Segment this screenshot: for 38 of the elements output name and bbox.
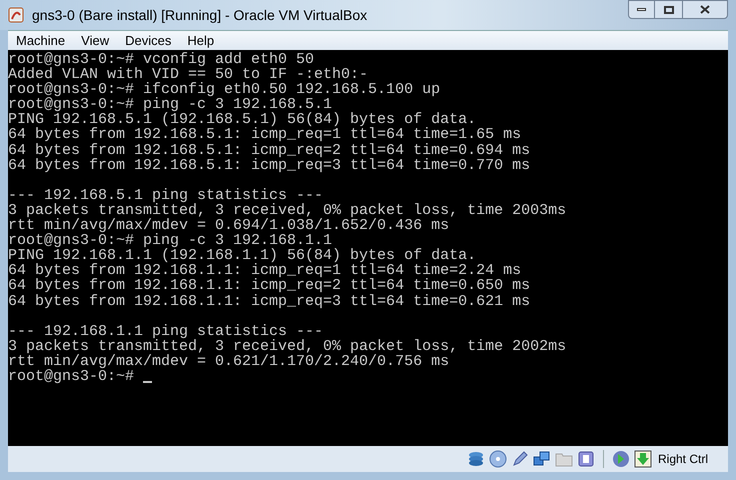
- terminal-line: PING 192.168.5.1 (192.168.5.1) 56(84) bytes of data.: [8, 112, 476, 128]
- menu-item[interactable]: Machine: [8, 30, 74, 50]
- terminal-line: root@gns3-0:~# ifconfig eth0.50 192.168.5.100 up: [8, 82, 440, 98]
- chip-icon: [576, 450, 595, 468]
- close-button[interactable]: [682, 0, 728, 19]
- cd-icon: [488, 450, 507, 468]
- terminal-line: root@gns3-0:~#: [8, 368, 134, 384]
- terminal-line: 64 bytes from 192.168.1.1: icmp_req=2 ttl=64 time=0.650 ms: [8, 278, 530, 294]
- terminal-line: root@gns3-0:~# vconfig add eth0 50: [8, 52, 314, 68]
- terminal-line: 3 packets transmitted, 3 received, 0% packet loss, time 2002ms: [8, 338, 566, 354]
- terminal-line: rtt min/avg/max/mdev = 0.621/1.170/2.240/0.756 ms: [8, 354, 450, 369]
- menu-item[interactable]: Help: [179, 30, 222, 50]
- terminal-line: 64 bytes from 192.168.5.1: icmp_req=1 ttl=64 time=1.65 ms: [8, 127, 522, 143]
- down-arrow-icon: [634, 450, 652, 468]
- terminal-line: 3 packets transmitted, 3 received, 0% packet loss, time 2003ms: [8, 202, 566, 218]
- terminal-line: PING 192.168.1.1 (192.168.1.1) 56(84) bytes of data.: [8, 248, 476, 264]
- menu-item[interactable]: Devices: [117, 30, 180, 50]
- host-key-label: Right Ctrl: [658, 451, 708, 468]
- disk-stack-icon: [466, 450, 485, 468]
- terminal-line: 64 bytes from 192.168.1.1: icmp_req=1 ttl=64 time=2.24 ms: [8, 263, 522, 278]
- close-icon: [700, 5, 710, 14]
- network-icon: [532, 450, 551, 468]
- terminal-line: rtt min/avg/max/mdev = 0.694/1.038/1.652/0.436 ms: [8, 218, 450, 234]
- maximize-button[interactable]: [655, 0, 682, 19]
- minimize-button[interactable]: [628, 0, 655, 19]
- terminal-line: 64 bytes from 192.168.5.1: icmp_req=2 ttl=64 time=0.694 ms: [8, 142, 530, 158]
- cursor-icon: [143, 380, 152, 383]
- pen-icon: [510, 450, 529, 468]
- menu-item[interactable]: View: [73, 30, 118, 50]
- terminal-line: Added VLAN with VID == 50 to IF -:eth0:-: [8, 67, 368, 82]
- terminal-line: 64 bytes from 192.168.1.1: icmp_req=3 ttl=64 time=0.621 ms: [8, 294, 530, 309]
- window-title: gns3-0 (Bare install) [Running] - Oracle VM VirtualBox: [32, 6, 368, 25]
- terminal-line: root@gns3-0:~# ping -c 3 192.168.1.1: [8, 233, 332, 248]
- terminal-line: root@gns3-0:~# ping -c 3 192.168.5.1: [8, 97, 332, 112]
- app-icon: [8, 7, 24, 23]
- terminal-line: --- 192.168.1.1 ping statistics ---: [8, 324, 324, 339]
- terminal-line: 64 bytes from 192.168.5.1: icmp_req=3 ttl=64 time=0.770 ms: [8, 158, 530, 173]
- terminal-line: --- 192.168.5.1 ping statistics ---: [8, 188, 324, 203]
